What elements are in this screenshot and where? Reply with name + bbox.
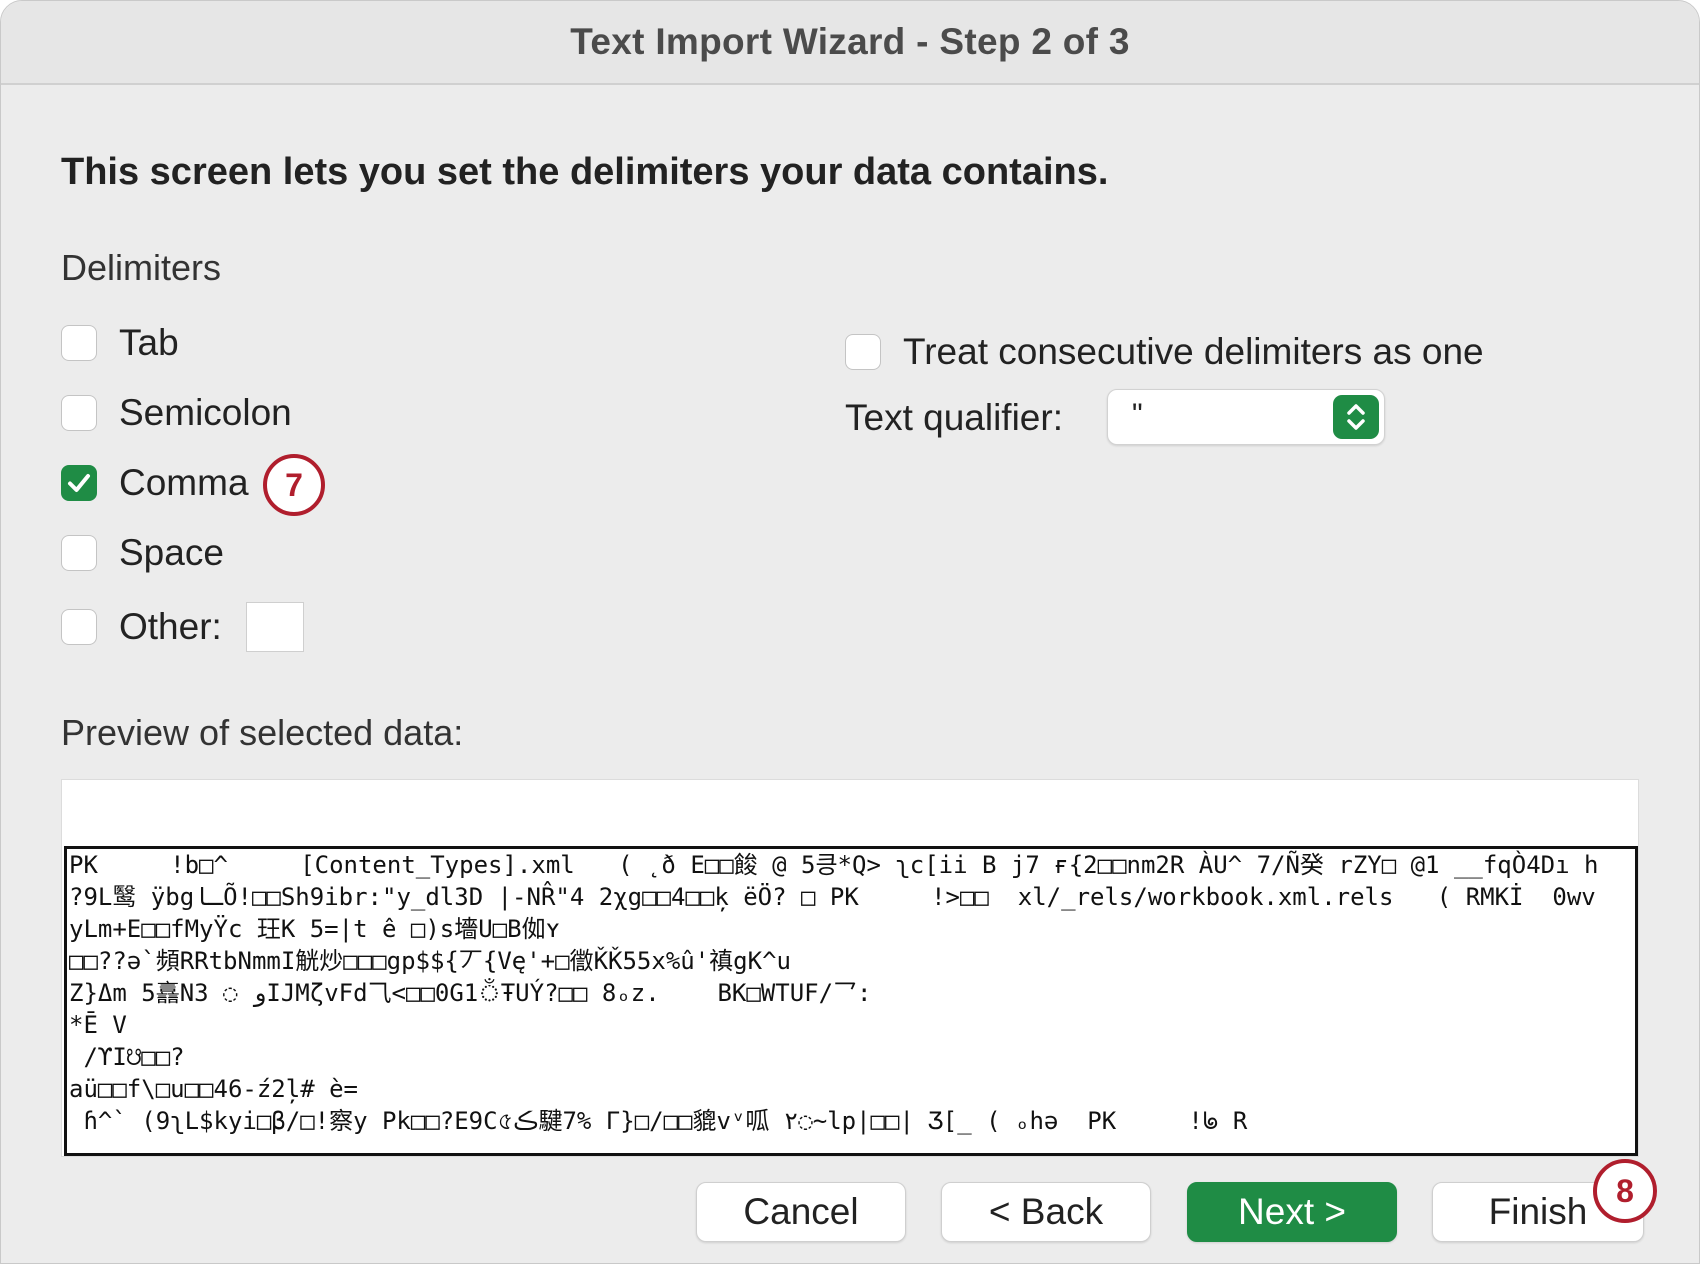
semicolon-option[interactable]: Semicolon (61, 392, 292, 434)
space-label: Space (119, 532, 224, 573)
semicolon-checkbox[interactable] (61, 395, 97, 431)
preview-line: yLm+E□□fMyŸc 玨K 5=|t ê □)s墻U□B侞ʏ (69, 915, 561, 943)
preview-line: PK !b□^ [Content_Types].xml ( ˛ð E□□餕 @ … (69, 851, 1599, 879)
preview-line: *Ē V (69, 1011, 127, 1039)
next-button[interactable]: Next > (1187, 1182, 1397, 1242)
select-stepper[interactable] (1333, 395, 1379, 439)
consecutive-checkbox[interactable] (845, 334, 881, 370)
preview-line: □□??ə`頻RRtbNmmI觥炒□□□gp$${丆{Vę'+□徾ǨǨ55x%û… (69, 947, 791, 975)
comma-label: Comma (119, 462, 249, 503)
comma-checkbox[interactable] (61, 465, 97, 501)
chevron-updown-icon (1347, 404, 1365, 430)
consecutive-option[interactable]: Treat consecutive delimiters as one (845, 331, 1484, 373)
preview-line: ?9L鹥 ÿbgـاÕ!□□Sh9ibr:"y_dl3D |-NR̂"4 2χg… (69, 883, 1596, 911)
space-option[interactable]: Space (61, 532, 224, 574)
preview-pane[interactable]: PK !b□^ [Content_Types].xml ( ˛ð E□□餕 @ … (61, 779, 1639, 1157)
preview-line: ɦ^` (9ʅL$kyi□β/□!察y Pk□□?E9C৫ڪ騝7% Γ}□/□□… (69, 1107, 1248, 1135)
consecutive-label: Treat consecutive delimiters as one (903, 331, 1484, 372)
preview-data-area[interactable]: PK !b□^ [Content_Types].xml ( ˛ð E□□餕 @ … (64, 846, 1638, 1156)
delimiters-label: Delimiters (61, 247, 222, 288)
cancel-button[interactable]: Cancel (696, 1182, 906, 1242)
qualifier-row: Text qualifier: (845, 397, 1063, 439)
other-option[interactable]: Other: (61, 602, 304, 652)
back-button[interactable]: < Back (941, 1182, 1151, 1242)
other-label: Other: (119, 606, 222, 647)
tab-checkbox[interactable] (61, 325, 97, 361)
space-checkbox[interactable] (61, 535, 97, 571)
preview-label: Preview of selected data: (61, 712, 464, 753)
preview-line: Z}Δm 5譶N3 ◌ ﻭIJMζvFd⺄<□□0G1ঁŦUÝ?□□ 8ₒz. … (69, 979, 872, 1007)
qualifier-value: " (1132, 398, 1143, 431)
step-marker-8: 8 (1593, 1159, 1657, 1223)
text-import-wizard-window: Text Import Wizard - Step 2 of 3 This sc… (0, 0, 1700, 1264)
window-title: Text Import Wizard - Step 2 of 3 (570, 21, 1130, 62)
text-qualifier-select[interactable]: " (1107, 389, 1385, 445)
comma-option[interactable]: Comma (61, 462, 249, 504)
preview-line: aü□□f\□u□□46-ź2ļ# è= (69, 1075, 358, 1103)
step-marker-7: 7 (263, 454, 325, 516)
tab-option[interactable]: Tab (61, 322, 179, 364)
other-delimiter-input[interactable] (245, 602, 304, 652)
title-bar: Text Import Wizard - Step 2 of 3 (1, 1, 1699, 85)
semicolon-label: Semicolon (119, 392, 292, 433)
preview-line: /ϒI☋□□? (69, 1043, 185, 1071)
tab-label: Tab (119, 322, 179, 363)
other-checkbox[interactable] (61, 609, 97, 645)
page-heading: This screen lets you set the delimiters … (61, 151, 1109, 193)
check-icon (68, 474, 90, 492)
qualifier-label: Text qualifier: (845, 397, 1063, 438)
